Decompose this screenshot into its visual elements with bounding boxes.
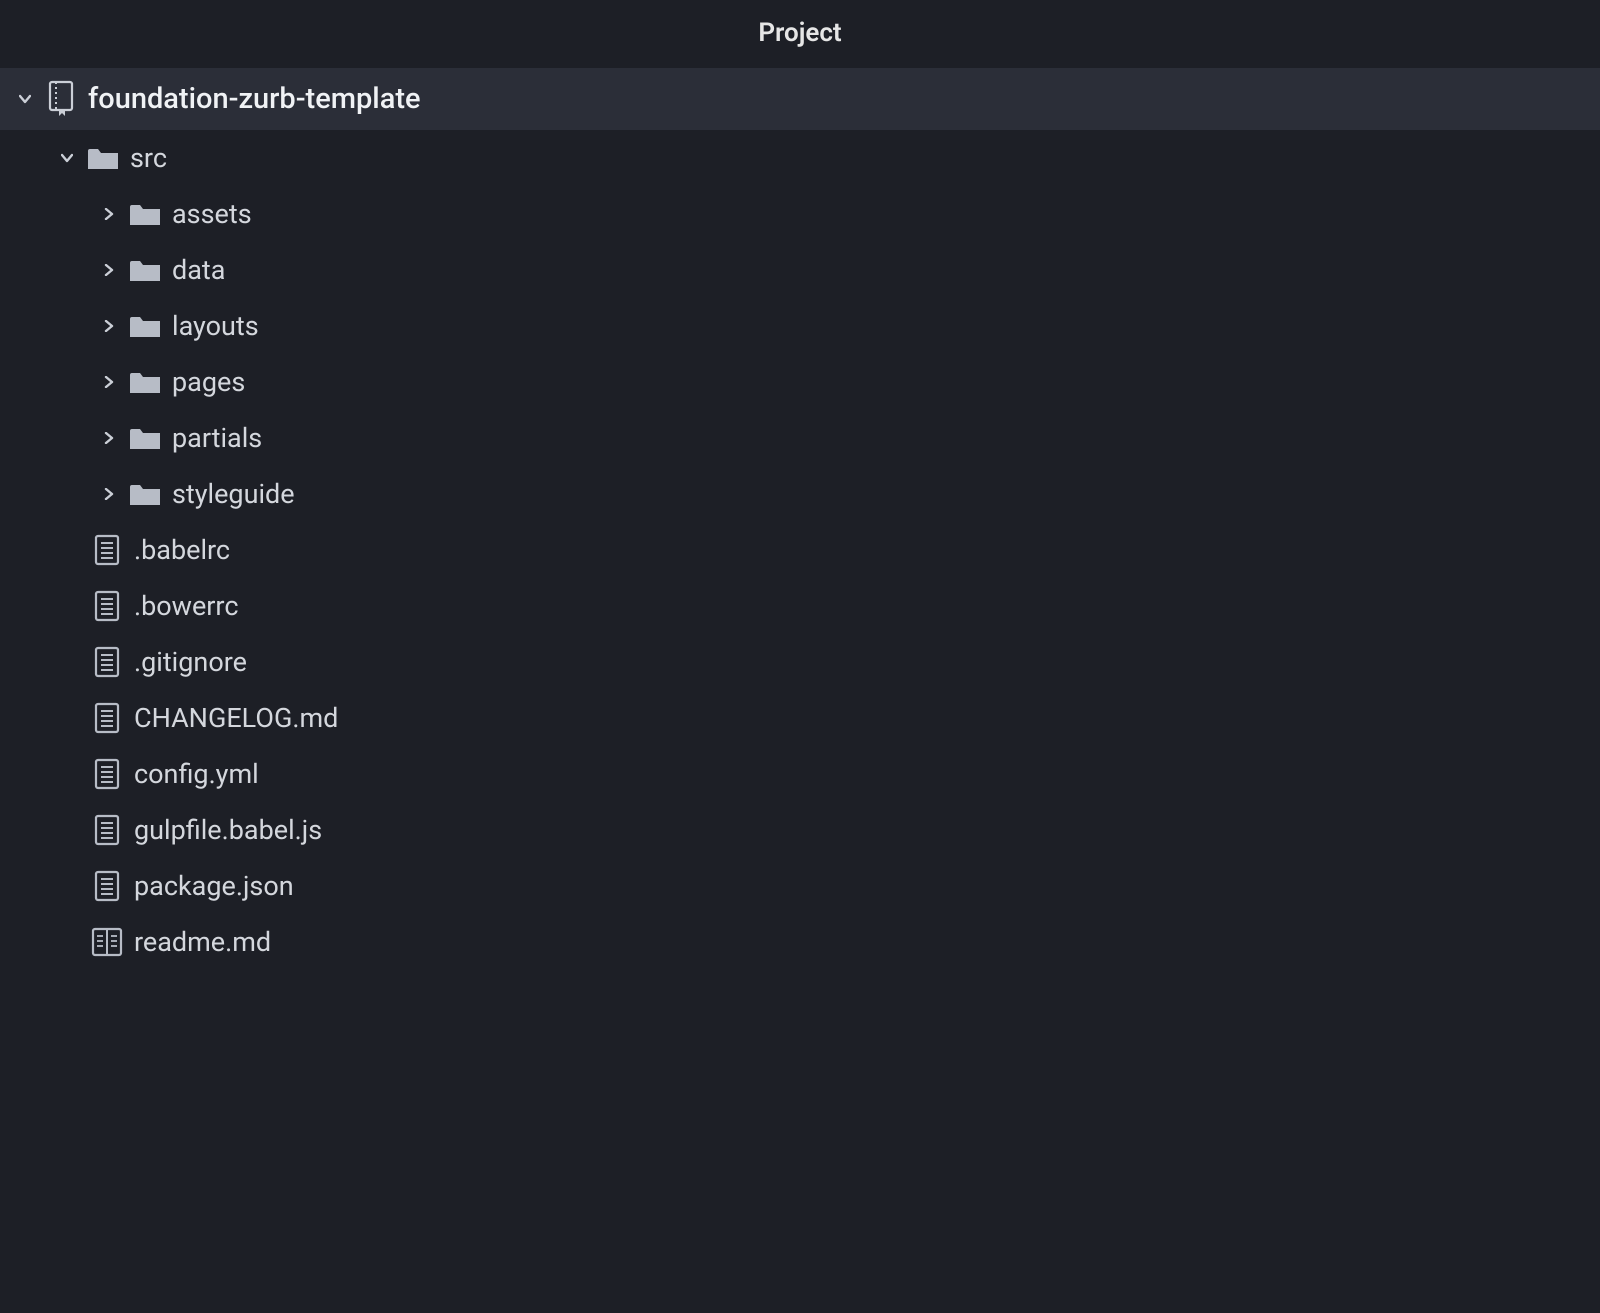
chevron-down-icon xyxy=(56,152,78,164)
tree-item-label: readme.md xyxy=(134,926,271,958)
tree-item-label: src xyxy=(130,142,167,174)
tree-item-label: .bowerrc xyxy=(134,590,238,622)
tree-item-label: layouts xyxy=(172,310,259,342)
tree-item-label: styleguide xyxy=(172,478,295,510)
tree-item-label: assets xyxy=(172,198,252,230)
tree-item-project-root[interactable]: foundation-zurb-template xyxy=(0,68,1600,130)
file-tree: foundation-zurb-template src assets data… xyxy=(0,68,1600,970)
chevron-right-icon xyxy=(98,208,120,220)
tree-item-folder[interactable]: pages xyxy=(0,354,1600,410)
tree-item-label: CHANGELOG.md xyxy=(134,702,338,734)
folder-icon xyxy=(128,197,162,231)
tree-item-folder[interactable]: layouts xyxy=(0,298,1600,354)
tree-item-label: partials xyxy=(172,422,262,454)
tree-item-file[interactable]: .babelrc xyxy=(0,522,1600,578)
tree-item-label: data xyxy=(172,254,225,286)
chevron-right-icon xyxy=(98,376,120,388)
chevron-right-icon xyxy=(98,264,120,276)
chevron-right-icon xyxy=(98,432,120,444)
tree-item-label: package.json xyxy=(134,870,294,902)
tree-item-file[interactable]: CHANGELOG.md xyxy=(0,690,1600,746)
tree-item-file[interactable]: readme.md xyxy=(0,914,1600,970)
file-icon xyxy=(90,813,124,847)
file-icon xyxy=(90,645,124,679)
panel-title: Project xyxy=(0,0,1600,68)
tree-item-folder[interactable]: assets xyxy=(0,186,1600,242)
tree-item-label: pages xyxy=(172,366,245,398)
tree-item-folder[interactable]: data xyxy=(0,242,1600,298)
folder-icon xyxy=(86,141,120,175)
chevron-right-icon xyxy=(98,320,120,332)
tree-item-label: config.yml xyxy=(134,758,259,790)
tree-item-label: .gitignore xyxy=(134,646,247,678)
folder-icon xyxy=(128,421,162,455)
folder-icon xyxy=(128,253,162,287)
file-icon xyxy=(90,589,124,623)
file-icon xyxy=(90,869,124,903)
tree-item-file[interactable]: gulpfile.babel.js xyxy=(0,802,1600,858)
file-icon xyxy=(90,533,124,567)
chevron-right-icon xyxy=(98,488,120,500)
tree-item-file[interactable]: config.yml xyxy=(0,746,1600,802)
tree-item-folder-src[interactable]: src xyxy=(0,130,1600,186)
file-icon xyxy=(90,757,124,791)
tree-item-file[interactable]: .bowerrc xyxy=(0,578,1600,634)
tree-item-file[interactable]: package.json xyxy=(0,858,1600,914)
tree-item-label: foundation-zurb-template xyxy=(88,82,421,116)
repo-icon xyxy=(44,82,78,116)
tree-item-file[interactable]: .gitignore xyxy=(0,634,1600,690)
chevron-down-icon xyxy=(14,93,36,105)
book-icon xyxy=(90,925,124,959)
file-icon xyxy=(90,701,124,735)
folder-icon xyxy=(128,365,162,399)
tree-item-folder[interactable]: styleguide xyxy=(0,466,1600,522)
folder-icon xyxy=(128,309,162,343)
tree-item-folder[interactable]: partials xyxy=(0,410,1600,466)
tree-item-label: .babelrc xyxy=(134,534,230,566)
tree-item-label: gulpfile.babel.js xyxy=(134,814,322,846)
folder-icon xyxy=(128,477,162,511)
